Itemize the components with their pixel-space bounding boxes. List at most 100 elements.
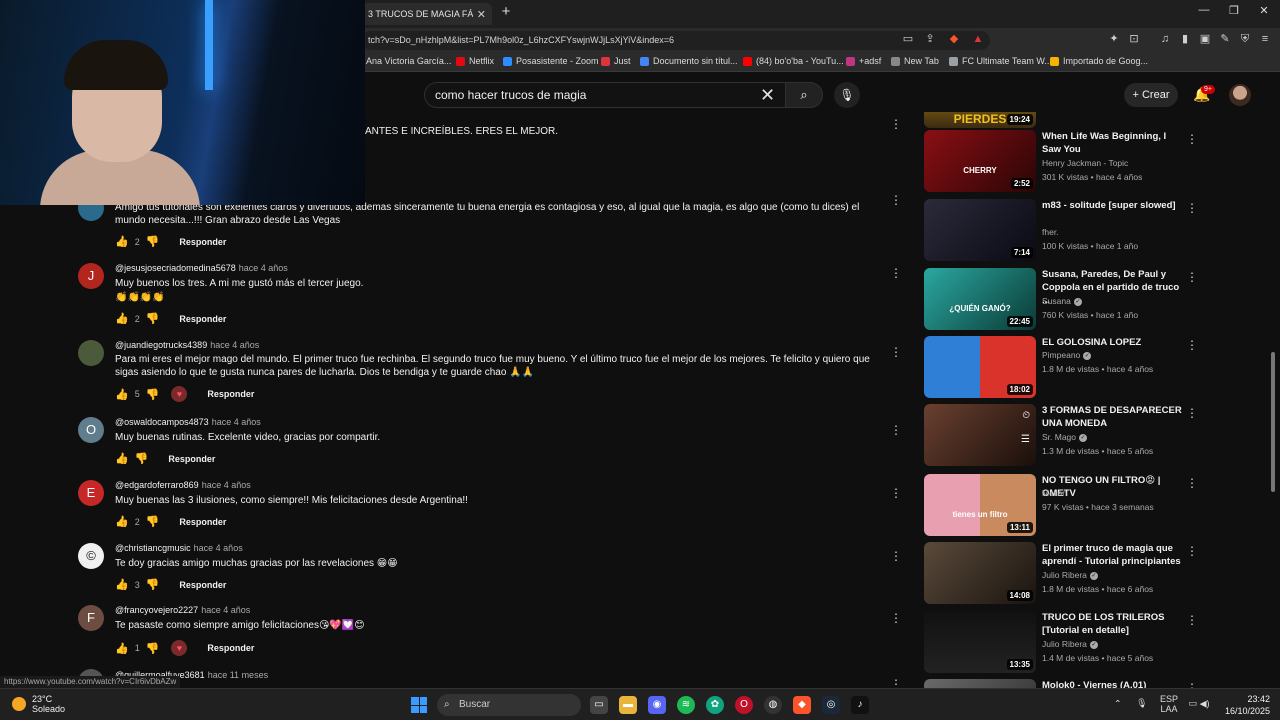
- comment-time[interactable]: hace 4 años: [239, 263, 288, 273]
- scrollbar-thumb[interactable]: [1271, 352, 1275, 492]
- video-title[interactable]: When Life Was Beginning, I Saw You: [1042, 130, 1182, 156]
- reply-button[interactable]: Responder: [207, 643, 254, 653]
- comment-options-icon[interactable]: ⋮: [890, 117, 902, 131]
- recommended-video[interactable]: 14:08 El primer truco de magia que aprend…: [924, 542, 1264, 606]
- reply-button[interactable]: Responder: [179, 580, 226, 590]
- reply-button[interactable]: Responder: [179, 517, 226, 527]
- restore-icon[interactable]: ❐: [1224, 4, 1244, 17]
- steam-icon[interactable]: ◎: [822, 696, 840, 714]
- music-icon[interactable]: ♫: [1157, 31, 1173, 47]
- comment-options-icon[interactable]: ⋮: [890, 611, 902, 625]
- clock[interactable]: 23:42 16/10/2025: [1196, 693, 1270, 717]
- close-tab-icon[interactable]: ✕: [477, 8, 486, 21]
- video-channel[interactable]: Sr. Mago ✓: [1042, 432, 1088, 442]
- watch-later-icon[interactable]: ⏲: [1022, 410, 1030, 421]
- video-title[interactable]: EL GOLOSINA LOPEZ: [1042, 336, 1182, 349]
- reply-button[interactable]: Responder: [179, 237, 226, 247]
- cast-icon[interactable]: ▭: [900, 31, 916, 47]
- clear-search-icon[interactable]: ✕: [760, 85, 775, 105]
- like-icon[interactable]: 👍: [115, 578, 129, 591]
- sidebar-icon[interactable]: ▮: [1177, 31, 1193, 47]
- video-options-icon[interactable]: ⋮: [1186, 544, 1198, 558]
- bookmark-1[interactable]: Netflix: [456, 56, 494, 66]
- bookmark-0[interactable]: Ana Victoria García...: [366, 56, 451, 66]
- account-avatar[interactable]: [1229, 84, 1251, 106]
- comment-time[interactable]: hace 4 años: [202, 480, 251, 490]
- video-channel[interactable]: Susana ✓: [1042, 296, 1082, 306]
- comment-options-icon[interactable]: ⋮: [890, 549, 902, 563]
- dislike-icon[interactable]: 👎: [146, 578, 160, 591]
- comment-options-icon[interactable]: ⋮: [890, 345, 902, 359]
- reply-button[interactable]: Responder: [207, 389, 254, 399]
- dislike-icon[interactable]: 👎: [135, 452, 149, 465]
- close-window-icon[interactable]: ✕: [1254, 4, 1274, 17]
- wallet-icon[interactable]: ▣: [1197, 31, 1213, 47]
- video-thumbnail[interactable]: tienes un filtro 13:11: [924, 474, 1036, 536]
- video-channel[interactable]: Henry Jackman - Topic: [1042, 158, 1128, 168]
- video-options-icon[interactable]: ⋮: [1186, 613, 1198, 627]
- reply-button[interactable]: Responder: [179, 314, 226, 324]
- brave-rewards-icon[interactable]: ▲: [970, 31, 986, 47]
- video-channel[interactable]: Julio Ribera ✓: [1042, 570, 1098, 580]
- search-input[interactable]: como hacer trucos de magia: [424, 82, 788, 108]
- dislike-icon[interactable]: 👎: [146, 235, 160, 248]
- brave-shield-icon[interactable]: ◆: [946, 31, 962, 47]
- dislike-icon[interactable]: 👎: [146, 312, 160, 325]
- minimize-icon[interactable]: —: [1194, 4, 1214, 16]
- add-to-queue-icon[interactable]: ☰: [1021, 434, 1030, 445]
- recommended-video[interactable]: PIERDES 19:24: [924, 112, 1264, 130]
- reply-button[interactable]: Responder: [168, 454, 215, 464]
- recommended-video[interactable]: CHERRY 2:52 When Life Was Beginning, I Saw…: [924, 130, 1264, 194]
- recommended-video[interactable]: Molok0 - Viernes (A.01) Session ⋮: [924, 679, 1264, 688]
- dislike-icon[interactable]: 👎: [146, 515, 160, 528]
- video-thumbnail[interactable]: 7:14: [924, 199, 1036, 261]
- like-icon[interactable]: 👍: [115, 388, 129, 401]
- comment-options-icon[interactable]: ⋮: [890, 423, 902, 437]
- recommended-video[interactable]: 7:14 m83 - solitude [super slowed] fher. 10…: [924, 199, 1264, 263]
- bookmark-7[interactable]: New Tab: [891, 56, 939, 66]
- video-thumbnail[interactable]: ⏲ ☰: [924, 404, 1036, 466]
- vpn-icon[interactable]: ⛨: [1237, 31, 1253, 47]
- video-thumbnail[interactable]: PIERDES 19:24: [924, 112, 1036, 128]
- spotify-icon[interactable]: ≋: [677, 696, 695, 714]
- video-thumbnail[interactable]: 18:02: [924, 336, 1036, 398]
- browser-tab[interactable]: 3 TRUCOS DE MAGIA FÁCILES ✕: [362, 3, 492, 25]
- taskbar-search[interactable]: ⌕ Buscar: [437, 694, 581, 716]
- comment-author[interactable]: @edgardoferraro869: [115, 480, 199, 490]
- discord-icon[interactable]: ◉: [648, 696, 666, 714]
- search-button[interactable]: ⌕: [785, 82, 823, 108]
- video-channel[interactable]: fher.: [1042, 227, 1059, 237]
- video-title[interactable]: m83 - solitude [super slowed]: [1042, 199, 1182, 212]
- screenshot-icon[interactable]: ⊡: [1126, 31, 1142, 47]
- video-channel[interactable]: Julio Ribera ✓: [1042, 639, 1098, 649]
- brave-icon[interactable]: ◆: [793, 696, 811, 714]
- recommended-video[interactable]: 13:35 TRUCO DE LOS TRILEROS [Tutorial en …: [924, 611, 1264, 675]
- video-channel[interactable]: Meilan: [1042, 488, 1067, 498]
- opera-icon[interactable]: O: [735, 696, 753, 714]
- video-options-icon[interactable]: ⋮: [1186, 270, 1198, 284]
- recommended-video[interactable]: ⏲ ☰ 3 FORMAS DE DESAPARECER UNA MONEDA Sr. …: [924, 404, 1264, 468]
- video-channel[interactable]: Pimpeano ✓: [1042, 350, 1092, 360]
- tiktok-icon[interactable]: ♪: [851, 696, 869, 714]
- video-thumbnail[interactable]: 13:35: [924, 611, 1036, 673]
- create-button[interactable]: + Crear: [1124, 83, 1178, 107]
- bookmark-6[interactable]: +adsf: [846, 56, 881, 66]
- start-button[interactable]: [411, 697, 427, 713]
- comment-options-icon[interactable]: ⋮: [890, 266, 902, 280]
- video-title[interactable]: 3 FORMAS DE DESAPARECER UNA MONEDA: [1042, 404, 1182, 430]
- bookmark-9[interactable]: Importado de Goog...: [1050, 56, 1148, 66]
- video-options-icon[interactable]: ⋮: [1186, 476, 1198, 490]
- video-options-icon[interactable]: ⋮: [1186, 406, 1198, 420]
- chatgpt-icon[interactable]: ✿: [706, 696, 724, 714]
- video-title[interactable]: El primer truco de magia que aprendí - T…: [1042, 542, 1182, 568]
- comment-author[interactable]: @oswaldocampos4873: [115, 417, 209, 427]
- video-thumbnail[interactable]: CHERRY 2:52: [924, 130, 1036, 192]
- video-options-icon[interactable]: ⋮: [1186, 338, 1198, 352]
- video-title[interactable]: Molok0 - Viernes (A.01) Session: [1042, 679, 1182, 688]
- bookmark-4[interactable]: Documento sin títul...: [640, 56, 738, 66]
- microphone-icon[interactable]: 🎙: [834, 82, 860, 108]
- like-icon[interactable]: 👍: [115, 312, 129, 325]
- comment-time[interactable]: hace 4 años: [194, 543, 243, 553]
- comment-time[interactable]: hace 4 años: [212, 417, 261, 427]
- bookmark-5[interactable]: (84) bo'o'ba - YouTu...: [743, 56, 844, 66]
